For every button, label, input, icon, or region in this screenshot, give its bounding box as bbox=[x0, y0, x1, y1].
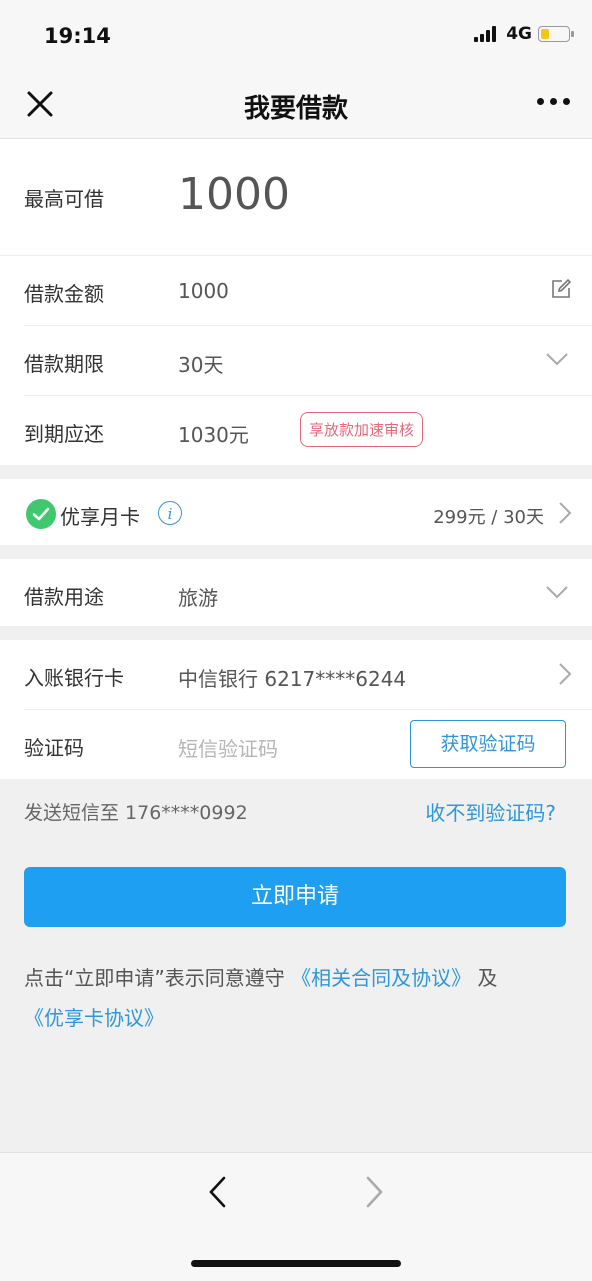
card-section: 优享月卡 i 299元 / 30天 bbox=[0, 479, 592, 545]
membership-card-price: 299元 / 30天 bbox=[433, 507, 544, 528]
bank-card-value: 中信银行 6217****6244 bbox=[178, 667, 407, 691]
agreement-text: 点击“立即申请”表示同意遵守 《相关合同及协议》 及 《优享卡协议》 bbox=[24, 958, 576, 1038]
loan-section: 最高可借 1000 借款金额 1000 借款期限 30天 到期应还 1030元 … bbox=[0, 139, 592, 465]
battery-level bbox=[541, 29, 549, 39]
battery-icon bbox=[538, 26, 574, 42]
repay-row: 到期应还 1030元 享放款加速审核 bbox=[24, 396, 592, 465]
sms-help-link[interactable]: 收不到验证码? bbox=[425, 797, 556, 826]
agreement-and: 及 bbox=[477, 966, 498, 990]
info-icon[interactable]: i bbox=[158, 501, 182, 525]
bank-card-label: 入账银行卡 bbox=[24, 666, 124, 690]
more-dot-icon bbox=[550, 98, 557, 105]
loan-purpose-value: 旅游 bbox=[178, 586, 218, 610]
check-icon[interactable] bbox=[26, 499, 56, 529]
get-code-button[interactable]: 获取验证码 bbox=[410, 720, 566, 768]
loan-amount-row[interactable]: 借款金额 1000 bbox=[24, 256, 592, 326]
network-type: 4G bbox=[506, 24, 532, 44]
max-loan-value: 1000 bbox=[178, 169, 290, 220]
repay-value: 1030元 bbox=[178, 423, 249, 447]
verification-label: 验证码 bbox=[24, 736, 84, 760]
status-bar: 19:14 4G bbox=[0, 0, 592, 70]
back-icon[interactable] bbox=[206, 1175, 230, 1209]
chevron-right-icon[interactable] bbox=[558, 501, 572, 525]
bottom-toolbar bbox=[0, 1152, 592, 1281]
max-loan-label: 最高可借 bbox=[24, 187, 104, 211]
forward-icon[interactable] bbox=[362, 1175, 386, 1209]
nav-bar: 我要借款 bbox=[0, 70, 592, 139]
page-title: 我要借款 bbox=[243, 94, 348, 124]
chevron-down-icon[interactable] bbox=[546, 352, 568, 366]
repay-label: 到期应还 bbox=[24, 422, 104, 446]
bank-section: 入账银行卡 中信银行 6217****6244 验证码 短信验证码 获取验证码 bbox=[0, 640, 592, 779]
max-loan-row: 最高可借 1000 bbox=[0, 139, 592, 256]
sms-sent-text: 发送短信至 176****0992 bbox=[24, 802, 248, 824]
loan-term-label: 借款期限 bbox=[24, 352, 104, 376]
signal-icon bbox=[474, 26, 498, 42]
more-button[interactable] bbox=[531, 98, 570, 105]
status-indicators: 4G bbox=[474, 24, 574, 44]
sms-code-input[interactable]: 短信验证码 bbox=[178, 733, 278, 762]
loan-term-row[interactable]: 借款期限 30天 bbox=[24, 326, 592, 396]
loan-amount-label: 借款金额 bbox=[24, 282, 104, 306]
submit-button[interactable]: 立即申请 bbox=[24, 867, 566, 927]
verification-row: 验证码 短信验证码 获取验证码 bbox=[24, 710, 592, 779]
loan-purpose-row[interactable]: 借款用途 旅游 bbox=[24, 559, 592, 626]
card-agreement-link[interactable]: 《优享卡协议》 bbox=[24, 1006, 164, 1030]
more-dot-icon bbox=[563, 98, 570, 105]
membership-card-row[interactable]: 优享月卡 i 299元 / 30天 bbox=[0, 479, 592, 545]
loan-amount-value[interactable]: 1000 bbox=[178, 279, 229, 303]
agreement-prefix: 点击“立即申请”表示同意遵守 bbox=[24, 966, 285, 990]
edit-icon[interactable] bbox=[550, 278, 572, 300]
speed-review-badge: 享放款加速审核 bbox=[300, 412, 424, 447]
contract-link[interactable]: 《相关合同及协议》 bbox=[291, 966, 471, 990]
bank-card-row[interactable]: 入账银行卡 中信银行 6217****6244 bbox=[24, 640, 592, 710]
home-indicator[interactable] bbox=[191, 1260, 401, 1267]
loan-term-value: 30天 bbox=[178, 353, 224, 377]
checkmark-icon bbox=[32, 507, 50, 521]
chevron-right-icon[interactable] bbox=[558, 662, 572, 686]
status-time: 19:14 bbox=[44, 24, 111, 48]
chevron-down-icon[interactable] bbox=[546, 585, 568, 599]
purpose-section: 借款用途 旅游 bbox=[0, 559, 592, 626]
membership-card-label: 优享月卡 bbox=[60, 505, 140, 529]
more-dot-icon bbox=[537, 98, 544, 105]
loan-purpose-label: 借款用途 bbox=[24, 585, 104, 609]
